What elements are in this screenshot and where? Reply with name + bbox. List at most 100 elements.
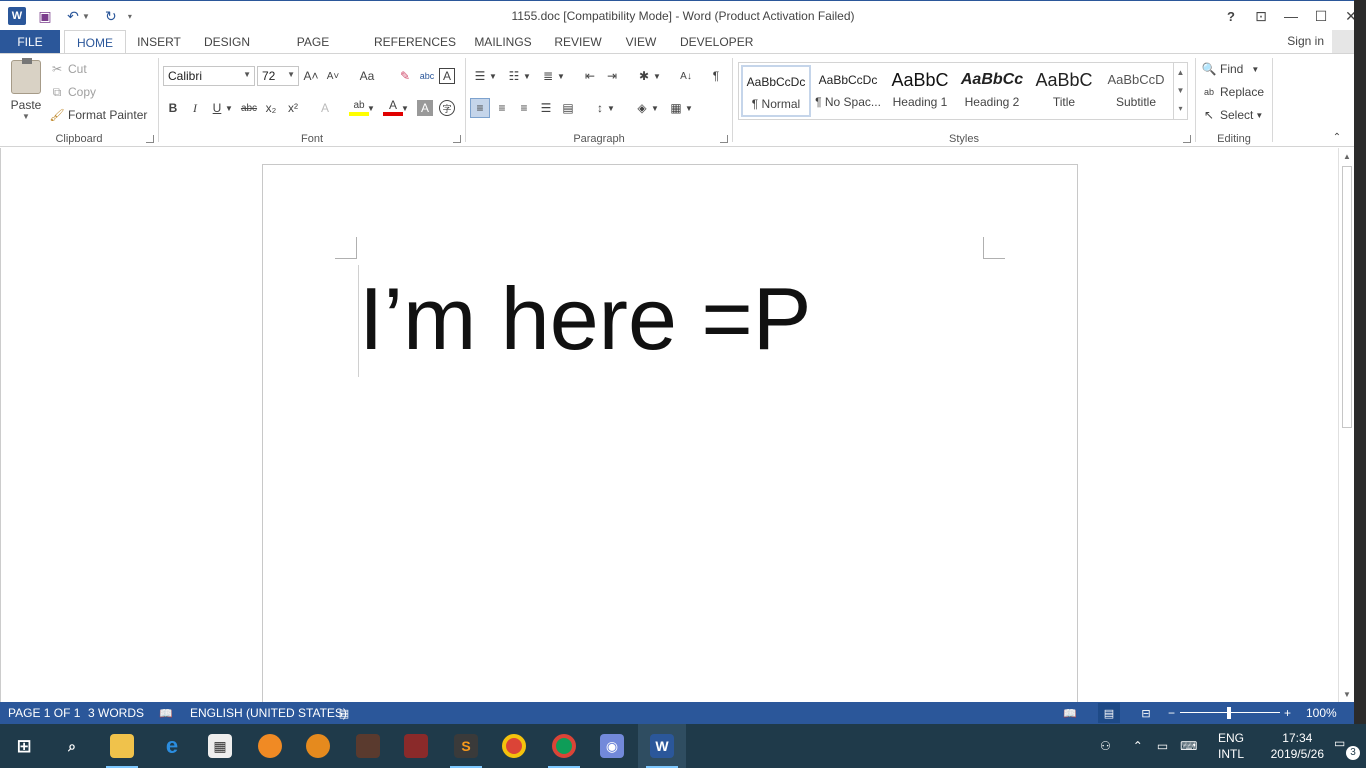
zoom-out-button[interactable]: − (1168, 706, 1175, 720)
zoom-in-button[interactable]: + (1284, 706, 1291, 720)
paragraph-launcher-icon[interactable] (720, 135, 728, 143)
replace-button[interactable]: ab Replace (1202, 85, 1264, 99)
minimize-button[interactable]: — (1276, 1, 1306, 31)
shading-bucket-icon[interactable]: ◈ (632, 98, 652, 118)
tab-view[interactable]: VIEW (622, 30, 660, 54)
taskbar-store[interactable]: ▦ (196, 724, 244, 768)
shading-dropdown-icon[interactable]: ▼ (650, 98, 660, 118)
taskbar-chrome[interactable] (490, 724, 538, 768)
taskbar-sublime-text[interactable]: S (442, 724, 490, 768)
find-button[interactable]: 🔍 Find ▼ (1202, 62, 1260, 76)
document-page[interactable]: I’m here =P (262, 164, 1078, 702)
paste-button[interactable]: Paste ▼ (6, 58, 46, 121)
font-launcher-icon[interactable] (453, 135, 461, 143)
grow-font-icon[interactable]: A˄ (301, 66, 321, 86)
taskbar-monkey-app[interactable] (294, 724, 342, 768)
web-layout-icon[interactable]: ⊟ (1138, 705, 1154, 721)
clock[interactable]: 17:34 2019/5/26 (1271, 730, 1324, 762)
tab-design[interactable]: DESIGN (202, 30, 252, 54)
highlight-dropdown-icon[interactable]: ▼ (365, 98, 377, 118)
shrink-font-icon[interactable]: A˅ (323, 66, 343, 86)
borders-dropdown-icon[interactable]: ▼ (684, 98, 694, 118)
taskbar-edge[interactable]: e (148, 724, 196, 768)
zoom-level[interactable]: 100% (1306, 706, 1337, 720)
multilevel-dropdown-icon[interactable]: ▼ (556, 66, 566, 86)
styles-launcher-icon[interactable] (1183, 135, 1191, 143)
font-color-dropdown-icon[interactable]: ▼ (399, 98, 411, 118)
tab-mailings[interactable]: MAILINGS (472, 30, 534, 54)
style-subtitle[interactable]: AaBbCcD Subtitle (1101, 65, 1171, 117)
styles-more-icon[interactable]: ▾ (1174, 99, 1187, 117)
scroll-down-arrow-icon[interactable]: ▼ (1339, 686, 1355, 702)
proofing-icon[interactable]: 📖 (158, 705, 174, 721)
change-case-icon[interactable]: Aa (353, 66, 381, 86)
font-name-combo[interactable]: Calibri ▼ (163, 66, 255, 86)
style-title[interactable]: AaBbC Title (1029, 65, 1099, 117)
taskbar-chrome-canary[interactable] (540, 724, 588, 768)
enclose-characters-icon[interactable]: 字 (439, 100, 455, 116)
strikethrough-icon[interactable]: abc (239, 98, 259, 118)
tab-file[interactable]: FILE (0, 30, 60, 54)
show-formatting-icon[interactable]: ¶ (706, 66, 726, 86)
copy-button[interactable]: ⧉ Copy (50, 85, 96, 100)
decrease-indent-icon[interactable]: ⇤ (580, 66, 600, 86)
tab-page-layout[interactable]: PAGE LAYOUT (272, 30, 354, 73)
macro-record-icon[interactable]: ▤ (336, 705, 352, 721)
page-count[interactable]: PAGE 1 OF 1 (8, 706, 80, 720)
numbering-dropdown-icon[interactable]: ▼ (522, 66, 532, 86)
account-avatar[interactable] (1332, 30, 1356, 54)
numbering-icon[interactable]: ☷ (504, 66, 524, 86)
cut-button[interactable]: ✂ Cut (50, 62, 87, 76)
tab-references[interactable]: REFERENCES (374, 30, 456, 54)
justify-icon[interactable]: ☰ (536, 98, 556, 118)
sign-in-link[interactable]: Sign in (1287, 30, 1324, 52)
character-shading-icon[interactable]: A (417, 100, 433, 116)
start-button[interactable]: ⊞ (0, 724, 48, 768)
show-hidden-icons-icon[interactable]: ⌃ (1133, 739, 1143, 753)
distributed-icon[interactable]: ▤ (558, 98, 578, 118)
battery-icon[interactable]: ▭ (1157, 739, 1168, 753)
read-mode-icon[interactable]: 📖 (1062, 705, 1078, 721)
tab-review[interactable]: REVIEW (554, 30, 602, 54)
scroll-thumb[interactable] (1342, 166, 1352, 428)
align-center-icon[interactable]: ≡ (492, 98, 512, 118)
tab-home[interactable]: HOME (64, 30, 126, 54)
document-text[interactable]: I’m here =P (359, 269, 811, 369)
help-button[interactable]: ? (1216, 1, 1246, 31)
tab-developer[interactable]: DEVELOPER (680, 30, 753, 54)
tab-insert[interactable]: INSERT (136, 30, 182, 54)
line-spacing-dropdown-icon[interactable]: ▼ (606, 98, 616, 118)
clipboard-launcher-icon[interactable] (146, 135, 154, 143)
word-count[interactable]: 3 WORDS (88, 706, 144, 720)
align-left-icon[interactable]: ≡ (470, 98, 490, 118)
increase-indent-icon[interactable]: ⇥ (602, 66, 622, 86)
underline-dropdown-icon[interactable]: ▼ (223, 98, 235, 118)
borders-icon[interactable]: ▦ (666, 98, 686, 118)
sort-icon[interactable]: A↓ (676, 66, 696, 86)
bullets-icon[interactable]: ☰ (470, 66, 490, 86)
paste-dropdown-icon[interactable]: ▼ (6, 112, 46, 121)
taskbar-avatar-app-2[interactable] (392, 724, 440, 768)
style-heading-2[interactable]: AaBbCc Heading 2 (957, 65, 1027, 117)
people-icon[interactable]: ⚇ (1100, 739, 1111, 753)
chinese-layout-dropdown-icon[interactable]: ▼ (652, 66, 662, 86)
ribbon-display-options-button[interactable]: ⊡ (1246, 1, 1276, 31)
align-right-icon[interactable]: ≡ (514, 98, 534, 118)
collapse-ribbon-icon[interactable]: ⌃ (1330, 130, 1344, 144)
taskbar-word[interactable]: W (638, 724, 686, 768)
scroll-down-icon[interactable]: ▼ (1174, 81, 1187, 99)
print-layout-icon[interactable]: ▤ (1098, 703, 1120, 723)
input-language[interactable]: ENG INTL (1218, 730, 1244, 762)
taskbar-discord[interactable]: ◉ (588, 724, 636, 768)
italic-icon[interactable]: I (185, 98, 205, 118)
maximize-button[interactable]: ☐ (1306, 1, 1336, 31)
language-status[interactable]: ENGLISH (UNITED STATES) (190, 706, 347, 720)
taskbar-fish-app[interactable] (246, 724, 294, 768)
zoom-slider-thumb[interactable] (1227, 707, 1231, 719)
text-effects-icon[interactable]: A (315, 98, 335, 118)
taskbar-avatar-app-1[interactable] (344, 724, 392, 768)
action-center-button[interactable]: ▭ 3 (1334, 736, 1360, 760)
keyboard-icon[interactable]: ⌨ (1180, 739, 1197, 753)
scroll-up-icon[interactable]: ▲ (1174, 63, 1187, 81)
style-heading-1[interactable]: AaBbC Heading 1 (885, 65, 955, 117)
